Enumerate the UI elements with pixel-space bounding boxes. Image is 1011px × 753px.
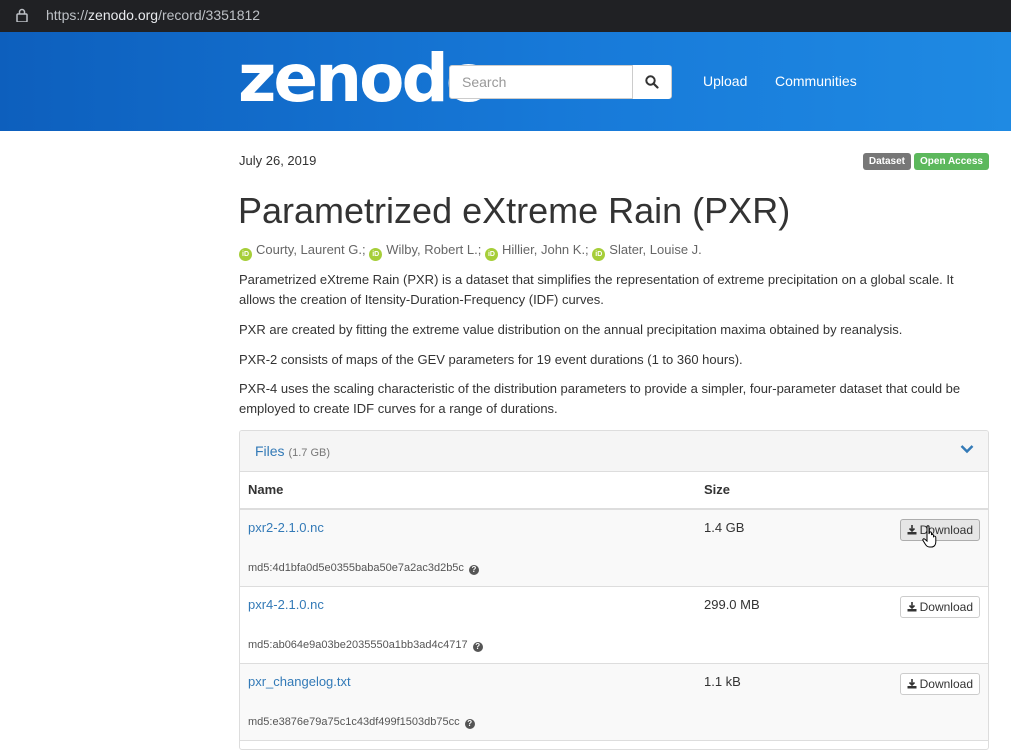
- file-checksum: md5:e3876e79a75c1c43df499f1503db75cc ?: [248, 716, 475, 729]
- download-button[interactable]: Download: [899, 596, 980, 618]
- description-paragraph: PXR are created by fitting the extreme v…: [239, 322, 903, 337]
- orcid-icon: iD: [369, 248, 383, 261]
- files-label: Files: [255, 443, 285, 459]
- dataset-badge: Dataset: [862, 153, 911, 170]
- description-paragraph: Parametrized eXtreme Rain (PXR) is a dat…: [239, 272, 954, 307]
- files-panel-header[interactable]: Files (1.7 GB): [240, 431, 988, 472]
- orcid-icon: iD: [484, 248, 498, 261]
- record-title: Parametrized eXtreme Rain (PXR): [238, 190, 791, 231]
- site-header: zenodo Upload Communities: [0, 32, 1011, 131]
- author-2[interactable]: iD Wilby, Robert L.;: [369, 242, 481, 261]
- orcid-icon: iD: [239, 248, 252, 261]
- lock-icon: [16, 8, 28, 22]
- orcid-icon: iD: [592, 248, 606, 261]
- help-icon[interactable]: ?: [469, 565, 479, 575]
- download-icon: [907, 602, 917, 612]
- files-title: Files (1.7 GB): [255, 443, 330, 459]
- file-link[interactable]: pxr_changelog.txt: [248, 674, 351, 689]
- help-icon[interactable]: ?: [464, 719, 475, 729]
- size-column-header: Size: [704, 482, 731, 497]
- files-table-header: Name Size: [240, 472, 988, 510]
- author-1[interactable]: iD Courty, Laurent G.;: [239, 242, 366, 261]
- search-icon: [645, 75, 659, 89]
- file-size: 1.4 GB: [704, 520, 745, 535]
- search-box: [449, 65, 672, 99]
- files-panel: Files (1.7 GB) Name Size pxr2-2.1.0.nc 1…: [239, 430, 989, 750]
- file-link[interactable]: pxr4-2.1.0.nc: [248, 597, 324, 612]
- badge-group: Dataset Open Access: [862, 153, 989, 170]
- nav-communities-link[interactable]: Communities: [775, 73, 857, 89]
- author-3[interactable]: iD Hillier, John K.;: [484, 242, 589, 261]
- file-size: 299.0 MB: [704, 597, 760, 612]
- author-4[interactable]: iD Slater, Louise J.: [592, 242, 702, 261]
- download-button[interactable]: Download: [899, 673, 980, 695]
- url-host: zenodo.org: [88, 7, 159, 23]
- table-row: pxr4-2.1.0.nc 299.0 MB md5:ab064e9a03be2…: [240, 587, 988, 664]
- search-button[interactable]: [632, 65, 671, 99]
- url-field[interactable]: https://zenodo.org/record/3351812: [46, 7, 260, 23]
- download-icon: [907, 679, 917, 689]
- publication-date: July 26, 2019: [239, 153, 317, 168]
- browser-address-bar: https://zenodo.org/record/3351812: [0, 0, 1011, 32]
- file-link[interactable]: pxr2-2.1.0.nc: [248, 520, 324, 535]
- open-access-badge: Open Access: [914, 153, 989, 170]
- search-input[interactable]: [450, 66, 634, 98]
- file-checksum: md5:4d1bfa0d5e0355baba50e7a2ac3d2b5c ?: [248, 562, 479, 575]
- name-column-header: Name: [248, 482, 284, 497]
- file-size: 1.1 kB: [704, 674, 741, 689]
- nav-upload-link[interactable]: Upload: [703, 73, 747, 89]
- hand-cursor-icon: [922, 525, 937, 548]
- download-icon: [907, 525, 917, 535]
- table-row: pxr_changelog.txt 1.1 kB md5:e3876e79a75…: [240, 664, 988, 741]
- file-checksum: md5:ab064e9a03be2035550a1bb3ad4c4717 ?: [248, 639, 483, 652]
- url-path: /record/3351812: [158, 7, 261, 23]
- author-list: iD Courty, Laurent G.; iD Wilby, Robert L.…: [239, 242, 702, 261]
- description-paragraph: PXR-4 uses the scaling characteristic of…: [239, 381, 961, 416]
- download-button[interactable]: Download: [899, 519, 980, 541]
- table-row: pxr2-2.1.0.nc 1.4 GB md5:4d1bfa0d5e0355b…: [240, 510, 988, 587]
- chevron-down-icon[interactable]: [960, 444, 974, 454]
- help-icon[interactable]: ?: [472, 642, 483, 652]
- url-prefix: https://: [46, 7, 89, 23]
- description-paragraph: PXR-2 consists of maps of the GEV parame…: [239, 352, 743, 367]
- files-total-size: (1.7 GB): [288, 447, 331, 459]
